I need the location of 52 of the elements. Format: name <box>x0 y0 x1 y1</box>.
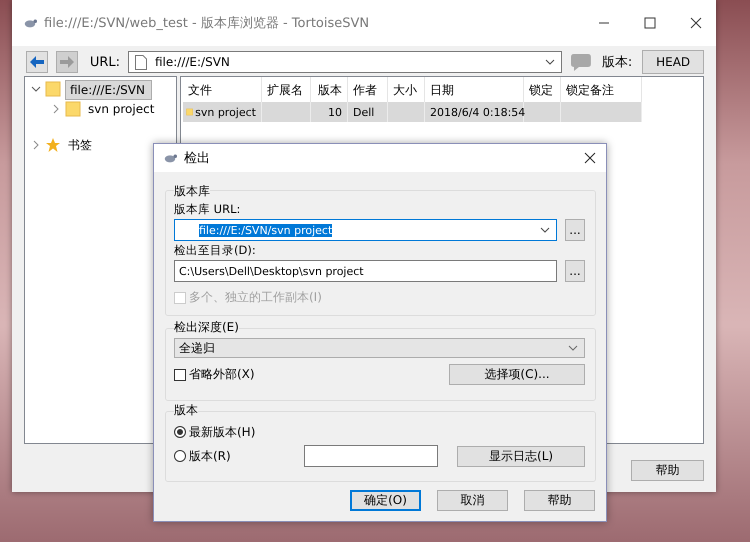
directory-field[interactable]: C:\Users\Dell\Desktop\svn project <box>174 260 557 282</box>
chevron-right-icon[interactable] <box>31 140 41 150</box>
url-label: URL: <box>90 54 120 70</box>
browse-button[interactable]: ... <box>565 219 585 241</box>
depth-dropdown[interactable]: 全递归 <box>174 338 585 358</box>
radio-button[interactable] <box>174 426 186 438</box>
document-icon <box>134 54 147 70</box>
dialog-button[interactable]: 帮助 <box>524 490 595 511</box>
left-arrow-icon <box>30 56 44 68</box>
table-cell: svn project <box>195 106 256 118</box>
show-log-button[interactable]: 显示日志(L) <box>457 446 585 466</box>
tree-item[interactable]: 书签 <box>65 136 95 154</box>
table-row[interactable]: svn project 10 Dell 2018/6/4 0:18:54 <box>183 102 642 122</box>
browse-button[interactable]: ... <box>565 260 585 282</box>
radio-label: 版本(R) <box>189 448 231 464</box>
window-title: file:///E:/SVN/web_test - 版本库浏览器 - TortoiseSVN <box>44 15 370 32</box>
checkbox-label: 多个、独立的工作副本(I) <box>189 289 322 306</box>
url-combobox[interactable]: file:///E:/SVN/svn project <box>174 219 557 241</box>
folder-icon <box>45 81 61 97</box>
radio-label: 最新版本(H) <box>189 424 256 440</box>
dialog-button[interactable]: 取消 <box>437 490 508 511</box>
folder-icon <box>65 101 81 117</box>
head-revision-button[interactable]: HEAD <box>642 50 704 74</box>
table-cell: 2018/6/4 0:18:54 <box>430 106 526 118</box>
checkbox[interactable] <box>174 368 186 380</box>
field-label: 检出至目录(D): <box>174 243 257 258</box>
table-cell: Dell <box>353 106 374 118</box>
field-label: 版本库 URL: <box>174 202 242 217</box>
chevron-down-icon <box>568 345 578 351</box>
dialog-button[interactable]: 确定(O) <box>350 490 421 511</box>
chevron-down-icon[interactable] <box>31 84 41 94</box>
maximize-icon[interactable] <box>644 17 656 29</box>
chevron-right-icon[interactable] <box>51 104 61 114</box>
chevron-down-icon <box>545 59 555 65</box>
url-combobox[interactable]: file:///E:/SVN <box>128 51 562 73</box>
choose-items-button[interactable]: 选择项(C)... <box>449 364 585 385</box>
close-icon[interactable] <box>584 152 596 164</box>
revision-label: 版本: <box>602 54 632 71</box>
star-icon <box>45 137 61 153</box>
help-button[interactable]: 帮助 <box>631 460 704 481</box>
checkbox-label: 省略外部(X) <box>189 366 255 383</box>
revision-field[interactable] <box>304 445 438 467</box>
right-arrow-icon <box>60 56 74 68</box>
close-icon[interactable] <box>690 17 702 29</box>
chevron-down-icon <box>540 227 550 233</box>
dialog-title: 检出 <box>184 150 211 167</box>
radio-button[interactable] <box>174 450 186 462</box>
tree-item[interactable]: file:///E:/SVN <box>65 80 152 100</box>
group-label: 检出深度(E) <box>174 319 239 336</box>
tree-item[interactable]: svn project <box>85 101 158 117</box>
back-button[interactable] <box>26 51 48 73</box>
table-cell: 10 <box>328 106 342 118</box>
